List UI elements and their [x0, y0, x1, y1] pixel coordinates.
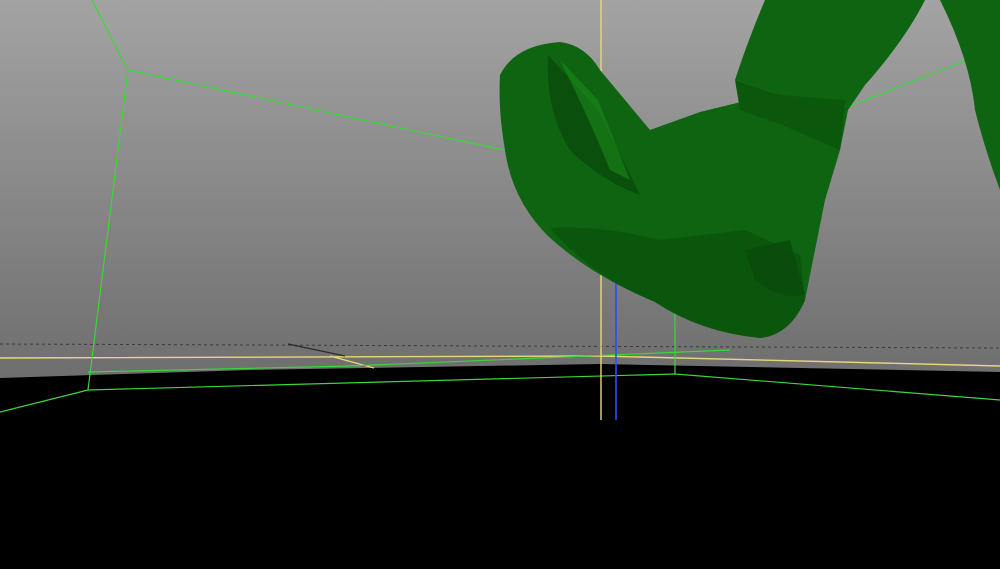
ground-plane: [0, 364, 1000, 569]
3d-viewport[interactable]: [0, 0, 1000, 569]
viewport-canvas[interactable]: [0, 0, 1000, 569]
